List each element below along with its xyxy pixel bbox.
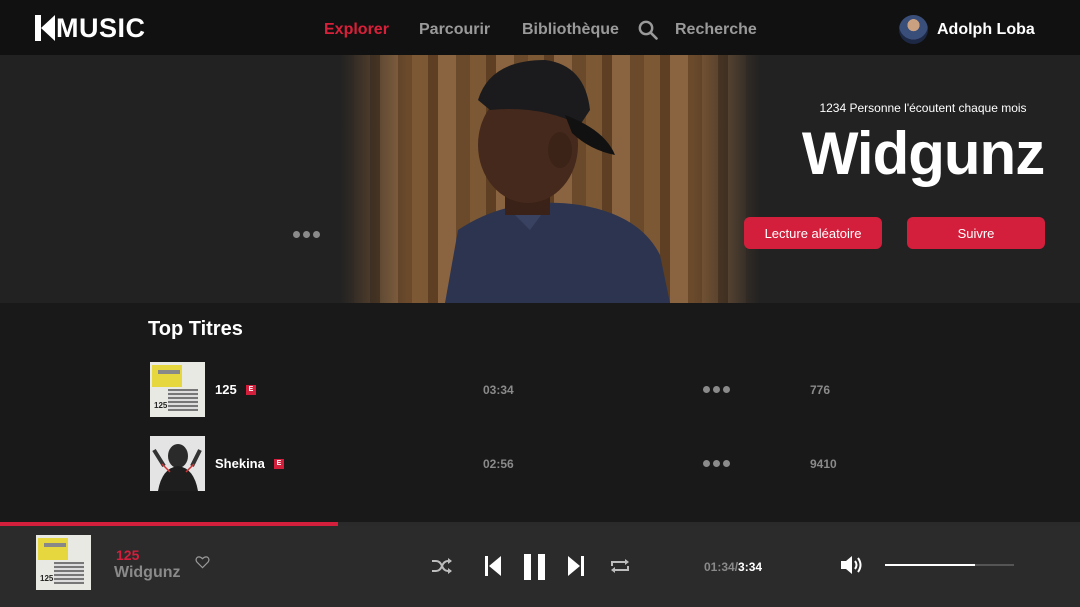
- volume-slider[interactable]: [885, 564, 1014, 566]
- total-time: 3:34: [738, 560, 763, 574]
- more-icon[interactable]: [703, 460, 730, 467]
- user-name: Adolph Loba: [937, 20, 1035, 38]
- monthly-listeners: 1234 Personne l'écoutent chaque mois: [819, 101, 1027, 115]
- explicit-badge: E: [246, 385, 256, 395]
- previous-icon[interactable]: [484, 555, 502, 577]
- track-title: 125: [215, 382, 237, 397]
- track-cover: 125: [150, 362, 205, 417]
- more-icon[interactable]: [293, 231, 320, 238]
- logo[interactable]: MUSIC: [35, 12, 146, 43]
- track-cover: [150, 436, 205, 491]
- artist-photo: [340, 55, 760, 303]
- section-title: Top Titres: [148, 318, 243, 340]
- next-icon[interactable]: [567, 555, 585, 577]
- artist-name: Widgunz: [801, 120, 1045, 187]
- search-icon[interactable]: [638, 20, 658, 40]
- shuffle-play-button[interactable]: Lecture aléatoire: [744, 217, 882, 249]
- heart-icon[interactable]: [195, 555, 210, 569]
- track-row[interactable]: 125 125 E 03:34 776: [150, 362, 910, 418]
- shuffle-icon[interactable]: [431, 557, 453, 575]
- nav-explorer[interactable]: Explorer: [324, 21, 389, 39]
- repeat-icon[interactable]: [609, 557, 631, 575]
- player-bar: 125 125 Widgunz 01:34/3:34: [0, 526, 1080, 607]
- track-row[interactable]: Shekina E 02:56 9410: [150, 436, 910, 492]
- track-duration: 03:34: [483, 383, 514, 397]
- avatar: [899, 15, 928, 44]
- volume-fill: [885, 564, 976, 566]
- logo-mark: [35, 15, 55, 41]
- now-playing-artist[interactable]: Widgunz: [114, 564, 181, 582]
- follow-button[interactable]: Suivre: [907, 217, 1045, 249]
- track-plays: 9410: [810, 457, 837, 471]
- top-tracks-section: Top Titres 125 125 E 03:34 776 Shekina E…: [0, 303, 1080, 523]
- user-menu[interactable]: Adolph Loba: [899, 15, 1035, 44]
- top-bar: MUSIC Explorer Parcourir Bibliothèque Re…: [0, 0, 1080, 55]
- nav-parcourir[interactable]: Parcourir: [419, 21, 490, 39]
- track-title: Shekina: [215, 456, 265, 471]
- more-icon[interactable]: [703, 386, 730, 393]
- now-playing-title: 125: [116, 547, 140, 563]
- now-playing-cover: 125: [36, 535, 91, 590]
- app: MUSIC Explorer Parcourir Bibliothèque Re…: [0, 0, 1080, 607]
- elapsed-time: 01:34: [704, 560, 735, 574]
- nav-bibliotheque[interactable]: Bibliothèque: [522, 21, 619, 39]
- explicit-badge: E: [274, 459, 284, 469]
- logo-text: MUSIC: [56, 12, 146, 43]
- track-plays: 776: [810, 383, 831, 397]
- track-duration: 02:56: [483, 457, 514, 471]
- volume-icon[interactable]: [840, 554, 864, 576]
- playback-time: 01:34/3:34: [704, 560, 762, 574]
- artist-hero: 1234 Personne l'écoutent chaque mois Wid…: [0, 55, 1080, 303]
- pause-icon[interactable]: [522, 553, 548, 581]
- nav-recherche[interactable]: Recherche: [675, 21, 757, 39]
